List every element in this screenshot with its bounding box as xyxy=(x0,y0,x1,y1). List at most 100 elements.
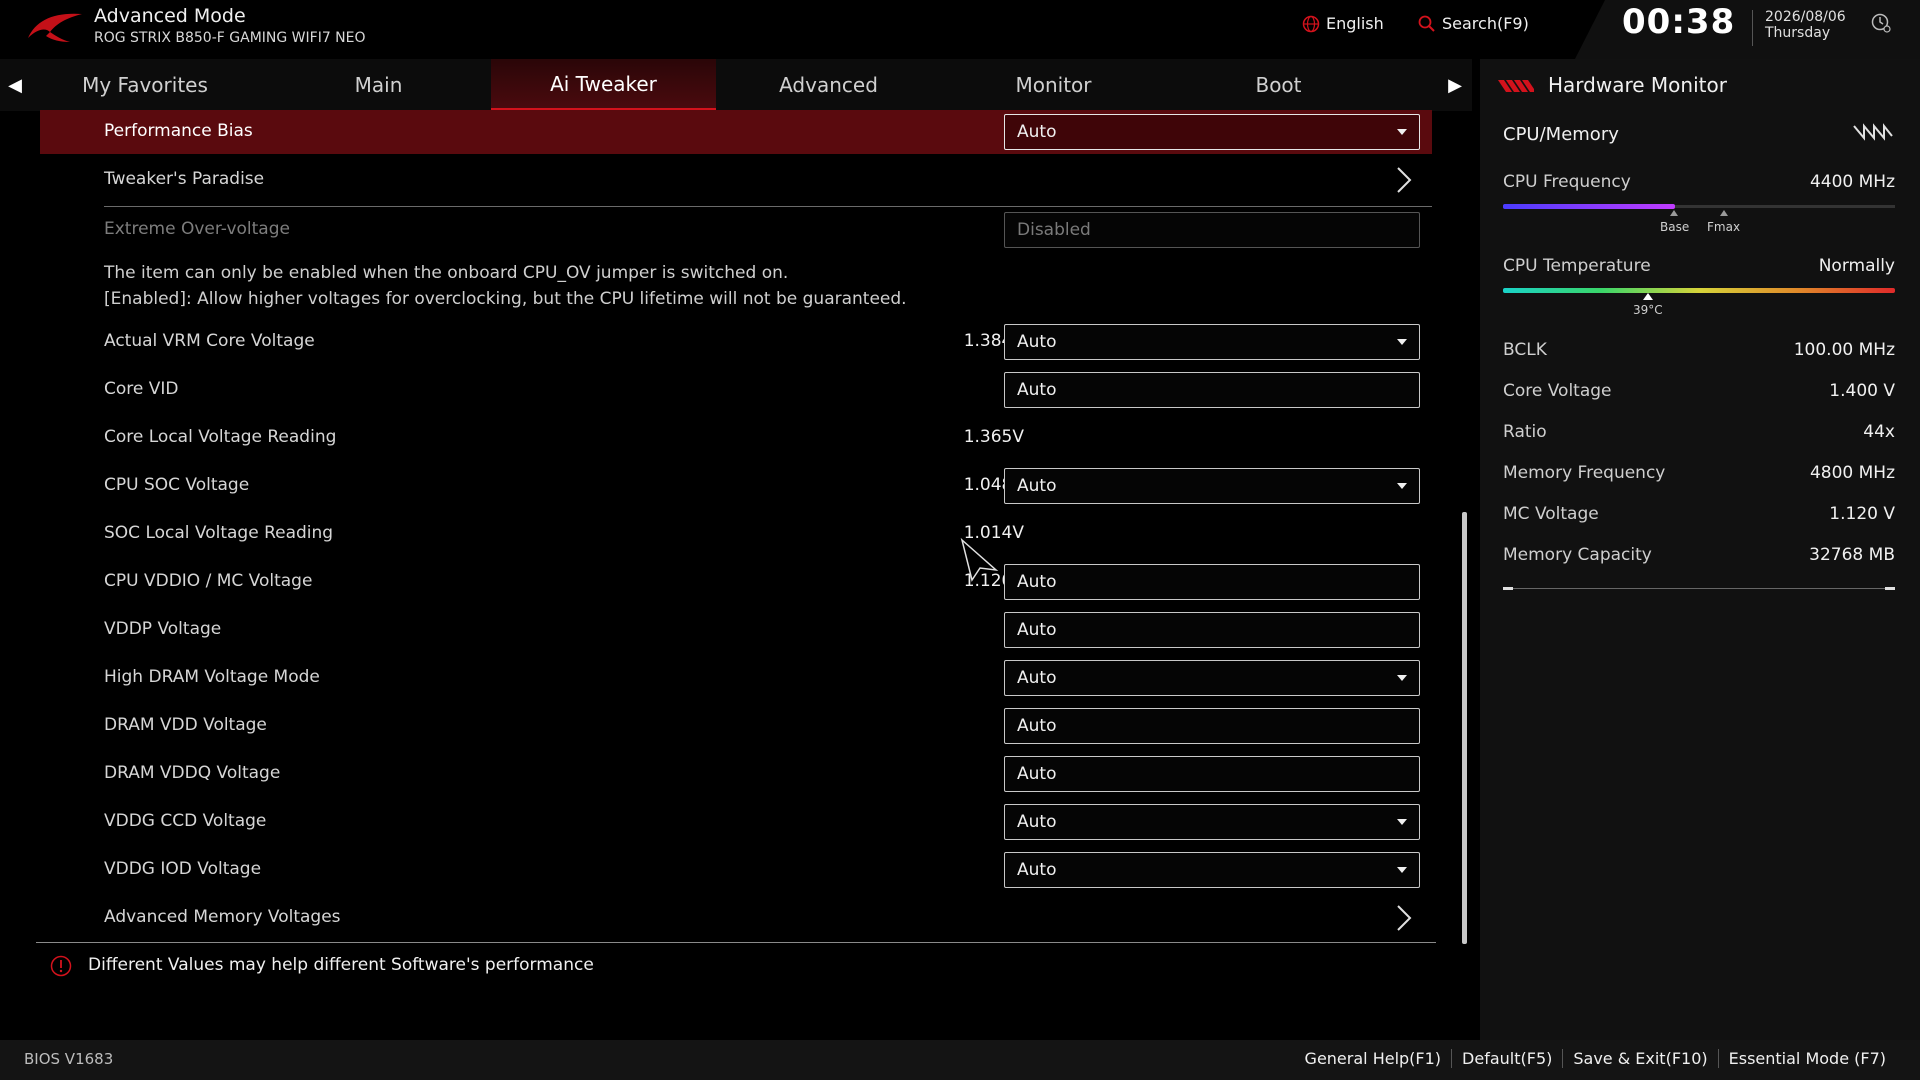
high-dram-voltage-mode-dropdown[interactable]: Auto xyxy=(1004,660,1420,696)
chevron-right-icon xyxy=(1397,905,1412,931)
divider xyxy=(104,206,1432,207)
panel-divider xyxy=(1503,588,1895,589)
temperature-marker-icon xyxy=(1643,293,1653,300)
metric-value: 1.400 V xyxy=(1829,381,1895,401)
caret-down-icon xyxy=(1397,129,1407,135)
vrm-core-voltage-dropdown[interactable]: Auto xyxy=(1004,324,1420,360)
ratio-metric: Ratio 44x xyxy=(1503,422,1895,446)
metric-value: 32768 MB xyxy=(1809,545,1895,565)
voltage-reading: 1.365V xyxy=(963,427,1024,447)
cpu-memory-section-title: CPU/Memory xyxy=(1503,124,1619,145)
hardware-monitor-icon xyxy=(1498,80,1534,92)
input-value: Auto xyxy=(1017,620,1057,640)
setting-dram-vdd-voltage[interactable]: DRAM VDD Voltage Auto xyxy=(40,704,1432,748)
memory-frequency-metric: Memory Frequency 4800 MHz xyxy=(1503,463,1895,487)
metric-value: 44x xyxy=(1863,422,1895,442)
setting-label: High DRAM Voltage Mode xyxy=(104,667,320,687)
metric-label: Memory Capacity xyxy=(1503,545,1652,565)
vddg-ccd-voltage-dropdown[interactable]: Auto xyxy=(1004,804,1420,840)
memory-capacity-metric: Memory Capacity 32768 MB xyxy=(1503,545,1895,569)
tab-main[interactable]: Main xyxy=(266,59,491,111)
setting-label: DRAM VDD Voltage xyxy=(104,715,267,735)
nav-right-arrow-icon[interactable]: ▶ xyxy=(1440,59,1470,111)
setting-high-dram-voltage-mode[interactable]: High DRAM Voltage Mode Auto xyxy=(40,656,1432,700)
setting-label: SOC Local Voltage Reading xyxy=(104,523,334,543)
setting-label: Advanced Memory Voltages xyxy=(104,907,341,927)
setting-performance-bias[interactable]: Performance Bias Auto xyxy=(40,110,1432,154)
setting-vddp-voltage[interactable]: VDDP Voltage Auto xyxy=(40,608,1432,652)
dram-vddq-voltage-input[interactable]: Auto xyxy=(1004,756,1420,792)
cpu-soc-voltage-dropdown[interactable]: Auto xyxy=(1004,468,1420,504)
globe-icon xyxy=(1302,15,1320,32)
help-text: Different Values may help different Soft… xyxy=(88,955,594,975)
tab-monitor[interactable]: Monitor xyxy=(941,59,1166,111)
tab-ai-tweaker[interactable]: Ai Tweaker xyxy=(491,59,716,111)
bios-version: BIOS V1683 xyxy=(24,1050,114,1068)
setting-actual-vrm-core-voltage[interactable]: Actual VRM Core Voltage 1.384V Auto xyxy=(40,320,1432,364)
date-text: 2026/08/06 xyxy=(1765,9,1846,25)
default-button[interactable]: Default(F5) xyxy=(1451,1049,1562,1068)
dropdown-value: Auto xyxy=(1017,860,1057,880)
setting-cpu-soc-voltage[interactable]: CPU SOC Voltage 1.048V Auto xyxy=(40,464,1432,508)
metric-label: Memory Frequency xyxy=(1503,463,1666,483)
setting-label: VDDP Voltage xyxy=(104,619,222,639)
vddg-iod-voltage-dropdown[interactable]: Auto xyxy=(1004,852,1420,888)
mc-voltage-metric: MC Voltage 1.120 V xyxy=(1503,504,1895,528)
vddp-voltage-input[interactable]: Auto xyxy=(1004,612,1420,648)
setting-label: Core VID xyxy=(104,379,179,399)
dram-vdd-voltage-input[interactable]: Auto xyxy=(1004,708,1420,744)
setting-label: Actual VRM Core Voltage xyxy=(104,331,315,351)
temperature-marker-label: 39°C xyxy=(1633,303,1663,317)
setting-cpu-vddio-mc-voltage[interactable]: CPU VDDIO / MC Voltage 1.120V Auto xyxy=(40,560,1432,604)
stripes-icon xyxy=(1853,123,1893,141)
setting-core-vid[interactable]: Core VID Auto xyxy=(40,368,1432,412)
weekday-text: Thursday xyxy=(1765,25,1831,41)
panel-divider-cap xyxy=(1885,587,1895,590)
clock-settings-icon[interactable] xyxy=(1870,12,1892,34)
essential-mode-button[interactable]: Essential Mode (F7) xyxy=(1717,1049,1896,1068)
scrollbar-thumb[interactable] xyxy=(1462,512,1467,944)
setting-tweakers-paradise[interactable]: Tweaker's Paradise xyxy=(40,158,1432,202)
tab-advanced[interactable]: Advanced xyxy=(716,59,941,111)
dropdown-value: Auto xyxy=(1017,668,1057,688)
setting-vddg-ccd-voltage[interactable]: VDDG CCD Voltage Auto xyxy=(40,800,1432,844)
tab-boot[interactable]: Boot xyxy=(1166,59,1391,111)
general-help-button[interactable]: General Help(F1) xyxy=(1295,1049,1451,1068)
setting-dram-vddq-voltage[interactable]: DRAM VDDQ Voltage Auto xyxy=(40,752,1432,796)
core-voltage-metric: Core Voltage 1.400 V xyxy=(1503,381,1895,405)
core-vid-input[interactable]: Auto xyxy=(1004,372,1420,408)
vddio-mc-voltage-input[interactable]: Auto xyxy=(1004,564,1420,600)
metric-value: 4400 MHz xyxy=(1809,172,1895,192)
fmax-label: Fmax xyxy=(1707,220,1741,234)
metric-label: MC Voltage xyxy=(1503,504,1599,524)
setting-label: CPU VDDIO / MC Voltage xyxy=(104,571,313,591)
setting-soc-local-voltage-reading: SOC Local Voltage Reading 1.014V xyxy=(40,512,1432,556)
bclk-metric: BCLK 100.00 MHz xyxy=(1503,340,1895,364)
setting-advanced-memory-voltages[interactable]: Advanced Memory Voltages xyxy=(40,896,1432,940)
dropdown-value: Auto xyxy=(1017,476,1057,496)
setting-core-local-voltage-reading: Core Local Voltage Reading 1.365V xyxy=(40,416,1432,460)
caret-down-icon xyxy=(1397,675,1407,681)
caret-down-icon xyxy=(1397,339,1407,345)
metric-label: Ratio xyxy=(1503,422,1547,442)
hardware-monitor-title: Hardware Monitor xyxy=(1548,73,1727,97)
clock-divider xyxy=(1752,10,1753,46)
fmax-marker-icon xyxy=(1720,210,1728,216)
input-value: Auto xyxy=(1017,764,1057,784)
language-selector[interactable]: English xyxy=(1302,14,1384,33)
search-button[interactable]: Search(F9) xyxy=(1418,14,1529,33)
setting-label: VDDG CCD Voltage xyxy=(104,811,267,831)
description-line: [Enabled]: Allow higher voltages for ove… xyxy=(104,289,907,309)
setting-label: Tweaker's Paradise xyxy=(104,169,265,189)
metric-value: 4800 MHz xyxy=(1809,463,1895,483)
metric-label: BCLK xyxy=(1503,340,1547,360)
clock-date: 2026/08/06 Thursday xyxy=(1765,9,1846,41)
nav-left-arrow-icon[interactable]: ◀ xyxy=(0,59,30,111)
tab-my-favorites[interactable]: My Favorites xyxy=(40,59,250,111)
setting-vddg-iod-voltage[interactable]: VDDG IOD Voltage Auto xyxy=(40,848,1432,892)
save-exit-button[interactable]: Save & Exit(F10) xyxy=(1562,1049,1717,1068)
rog-logo-icon xyxy=(28,13,82,42)
performance-bias-dropdown[interactable]: Auto xyxy=(1004,114,1420,150)
metric-value: Normally xyxy=(1818,256,1895,276)
input-value: Auto xyxy=(1017,716,1057,736)
